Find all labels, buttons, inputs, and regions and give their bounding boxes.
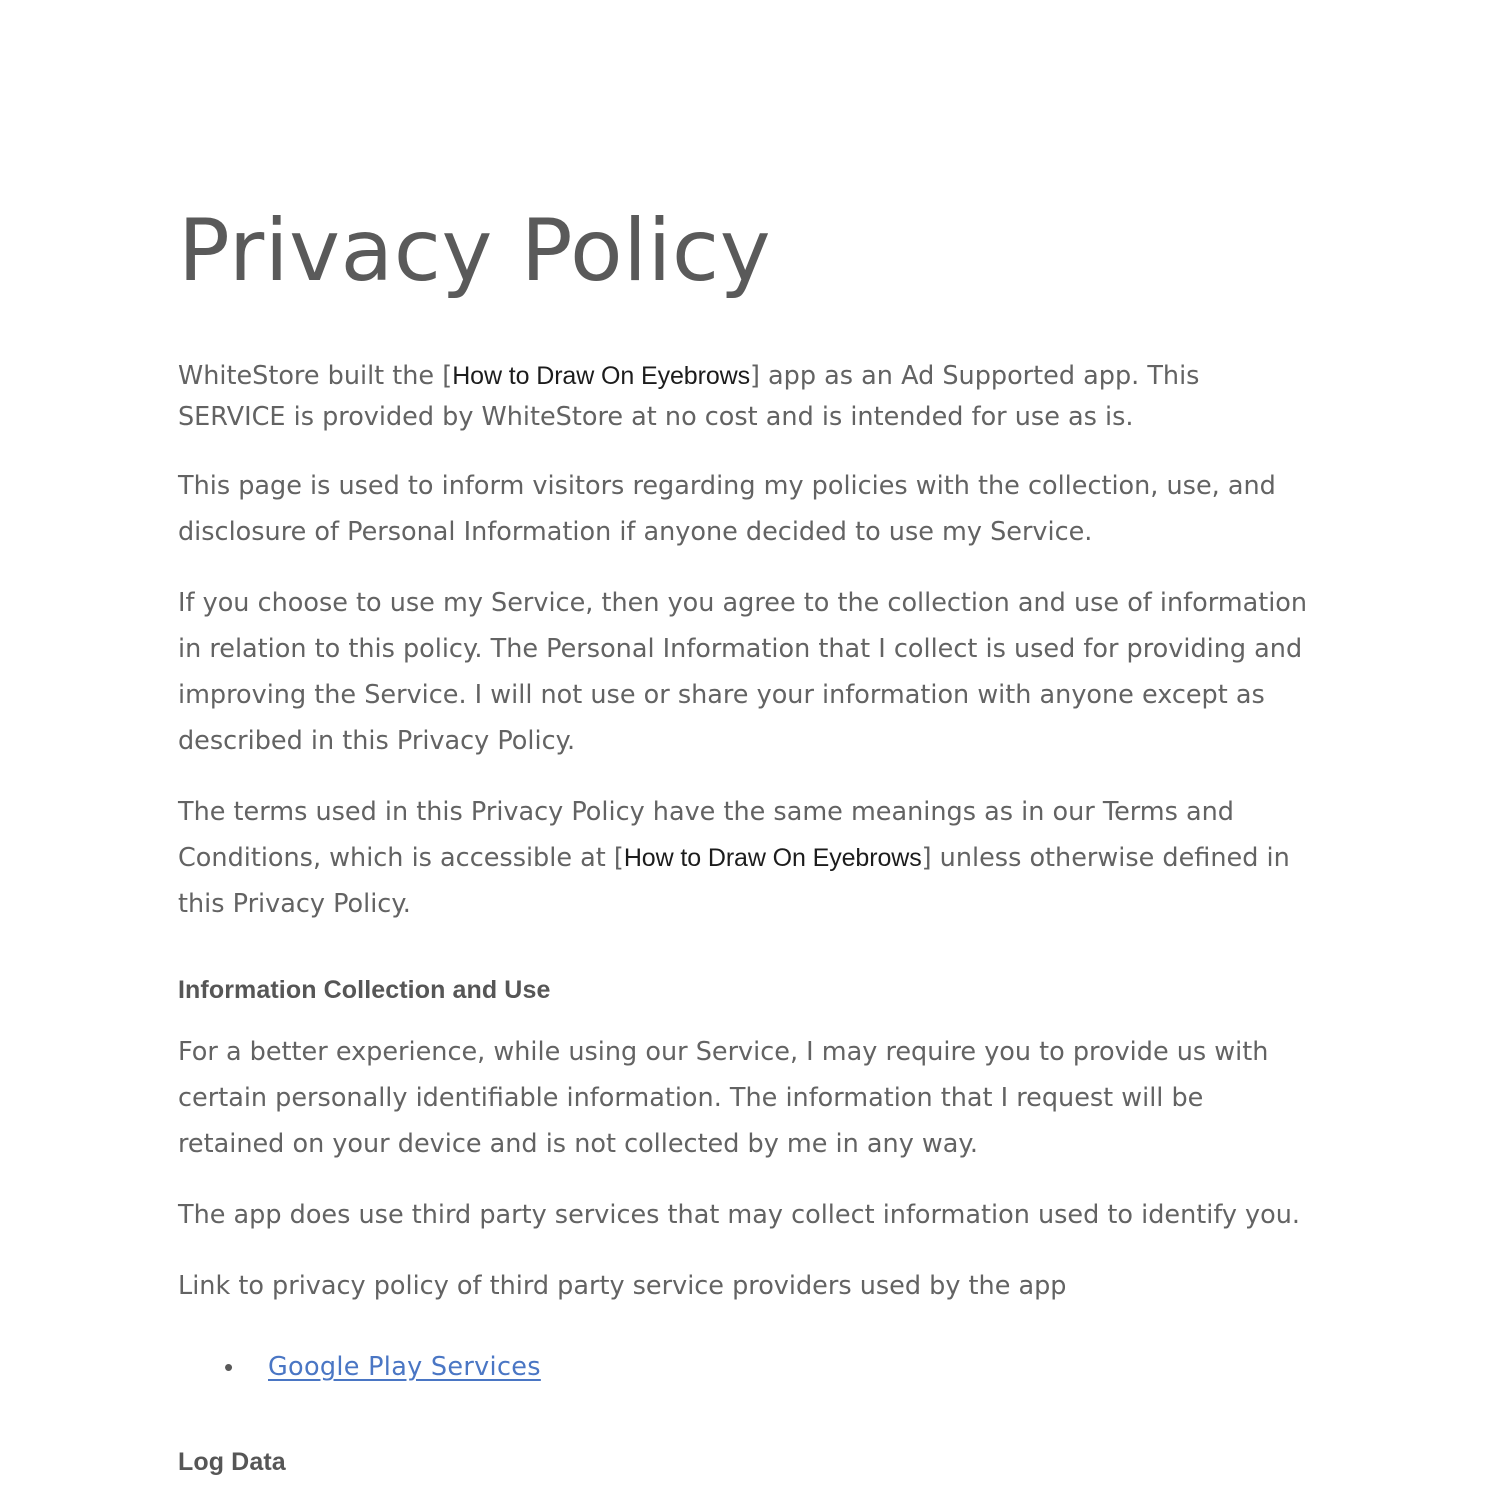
app-name-reference: How to Draw On Eyebrows bbox=[452, 362, 750, 390]
heading-log-data: Log Data bbox=[178, 1448, 286, 1476]
bracket-open: [ bbox=[442, 361, 453, 391]
document-page: Privacy Policy WhiteStore built the [How… bbox=[0, 0, 1500, 1500]
third-party-links-list: • Google Play Services bbox=[178, 1347, 1308, 1387]
paragraph-intro: WhiteStore built the [How to Draw On Eye… bbox=[178, 356, 1308, 438]
bracket-close: ] bbox=[750, 361, 760, 391]
intro-text-before: WhiteStore built the bbox=[178, 361, 443, 391]
paragraph-purpose: This page is used to inform visitors reg… bbox=[178, 471, 1276, 547]
paragraph-terms: The terms used in this Privacy Policy ha… bbox=[178, 789, 1308, 927]
paragraph-link-to-policy: Link to privacy policy of third party se… bbox=[178, 1271, 1067, 1301]
paragraph-third-party: The app does use third party services th… bbox=[178, 1200, 1300, 1230]
page-title: Privacy Policy bbox=[178, 201, 772, 301]
bracket-close-2: ] bbox=[921, 843, 932, 873]
document-content: Privacy Policy WhiteStore built the [How… bbox=[178, 0, 1308, 1500]
list-item: • Google Play Services bbox=[178, 1347, 1308, 1387]
app-name-reference-2: How to Draw On Eyebrows bbox=[623, 844, 922, 872]
paragraph-consent: If you choose to use my Service, then yo… bbox=[178, 588, 1308, 756]
paragraph-better-experience: For a better experience, while using our… bbox=[178, 1037, 1269, 1159]
bullet-icon: • bbox=[224, 1352, 234, 1382]
google-play-services-link[interactable]: Google Play Services bbox=[268, 1352, 541, 1382]
heading-information-collection-and-use: Information Collection and Use bbox=[178, 976, 551, 1004]
bracket-open-2: [ bbox=[613, 843, 624, 873]
